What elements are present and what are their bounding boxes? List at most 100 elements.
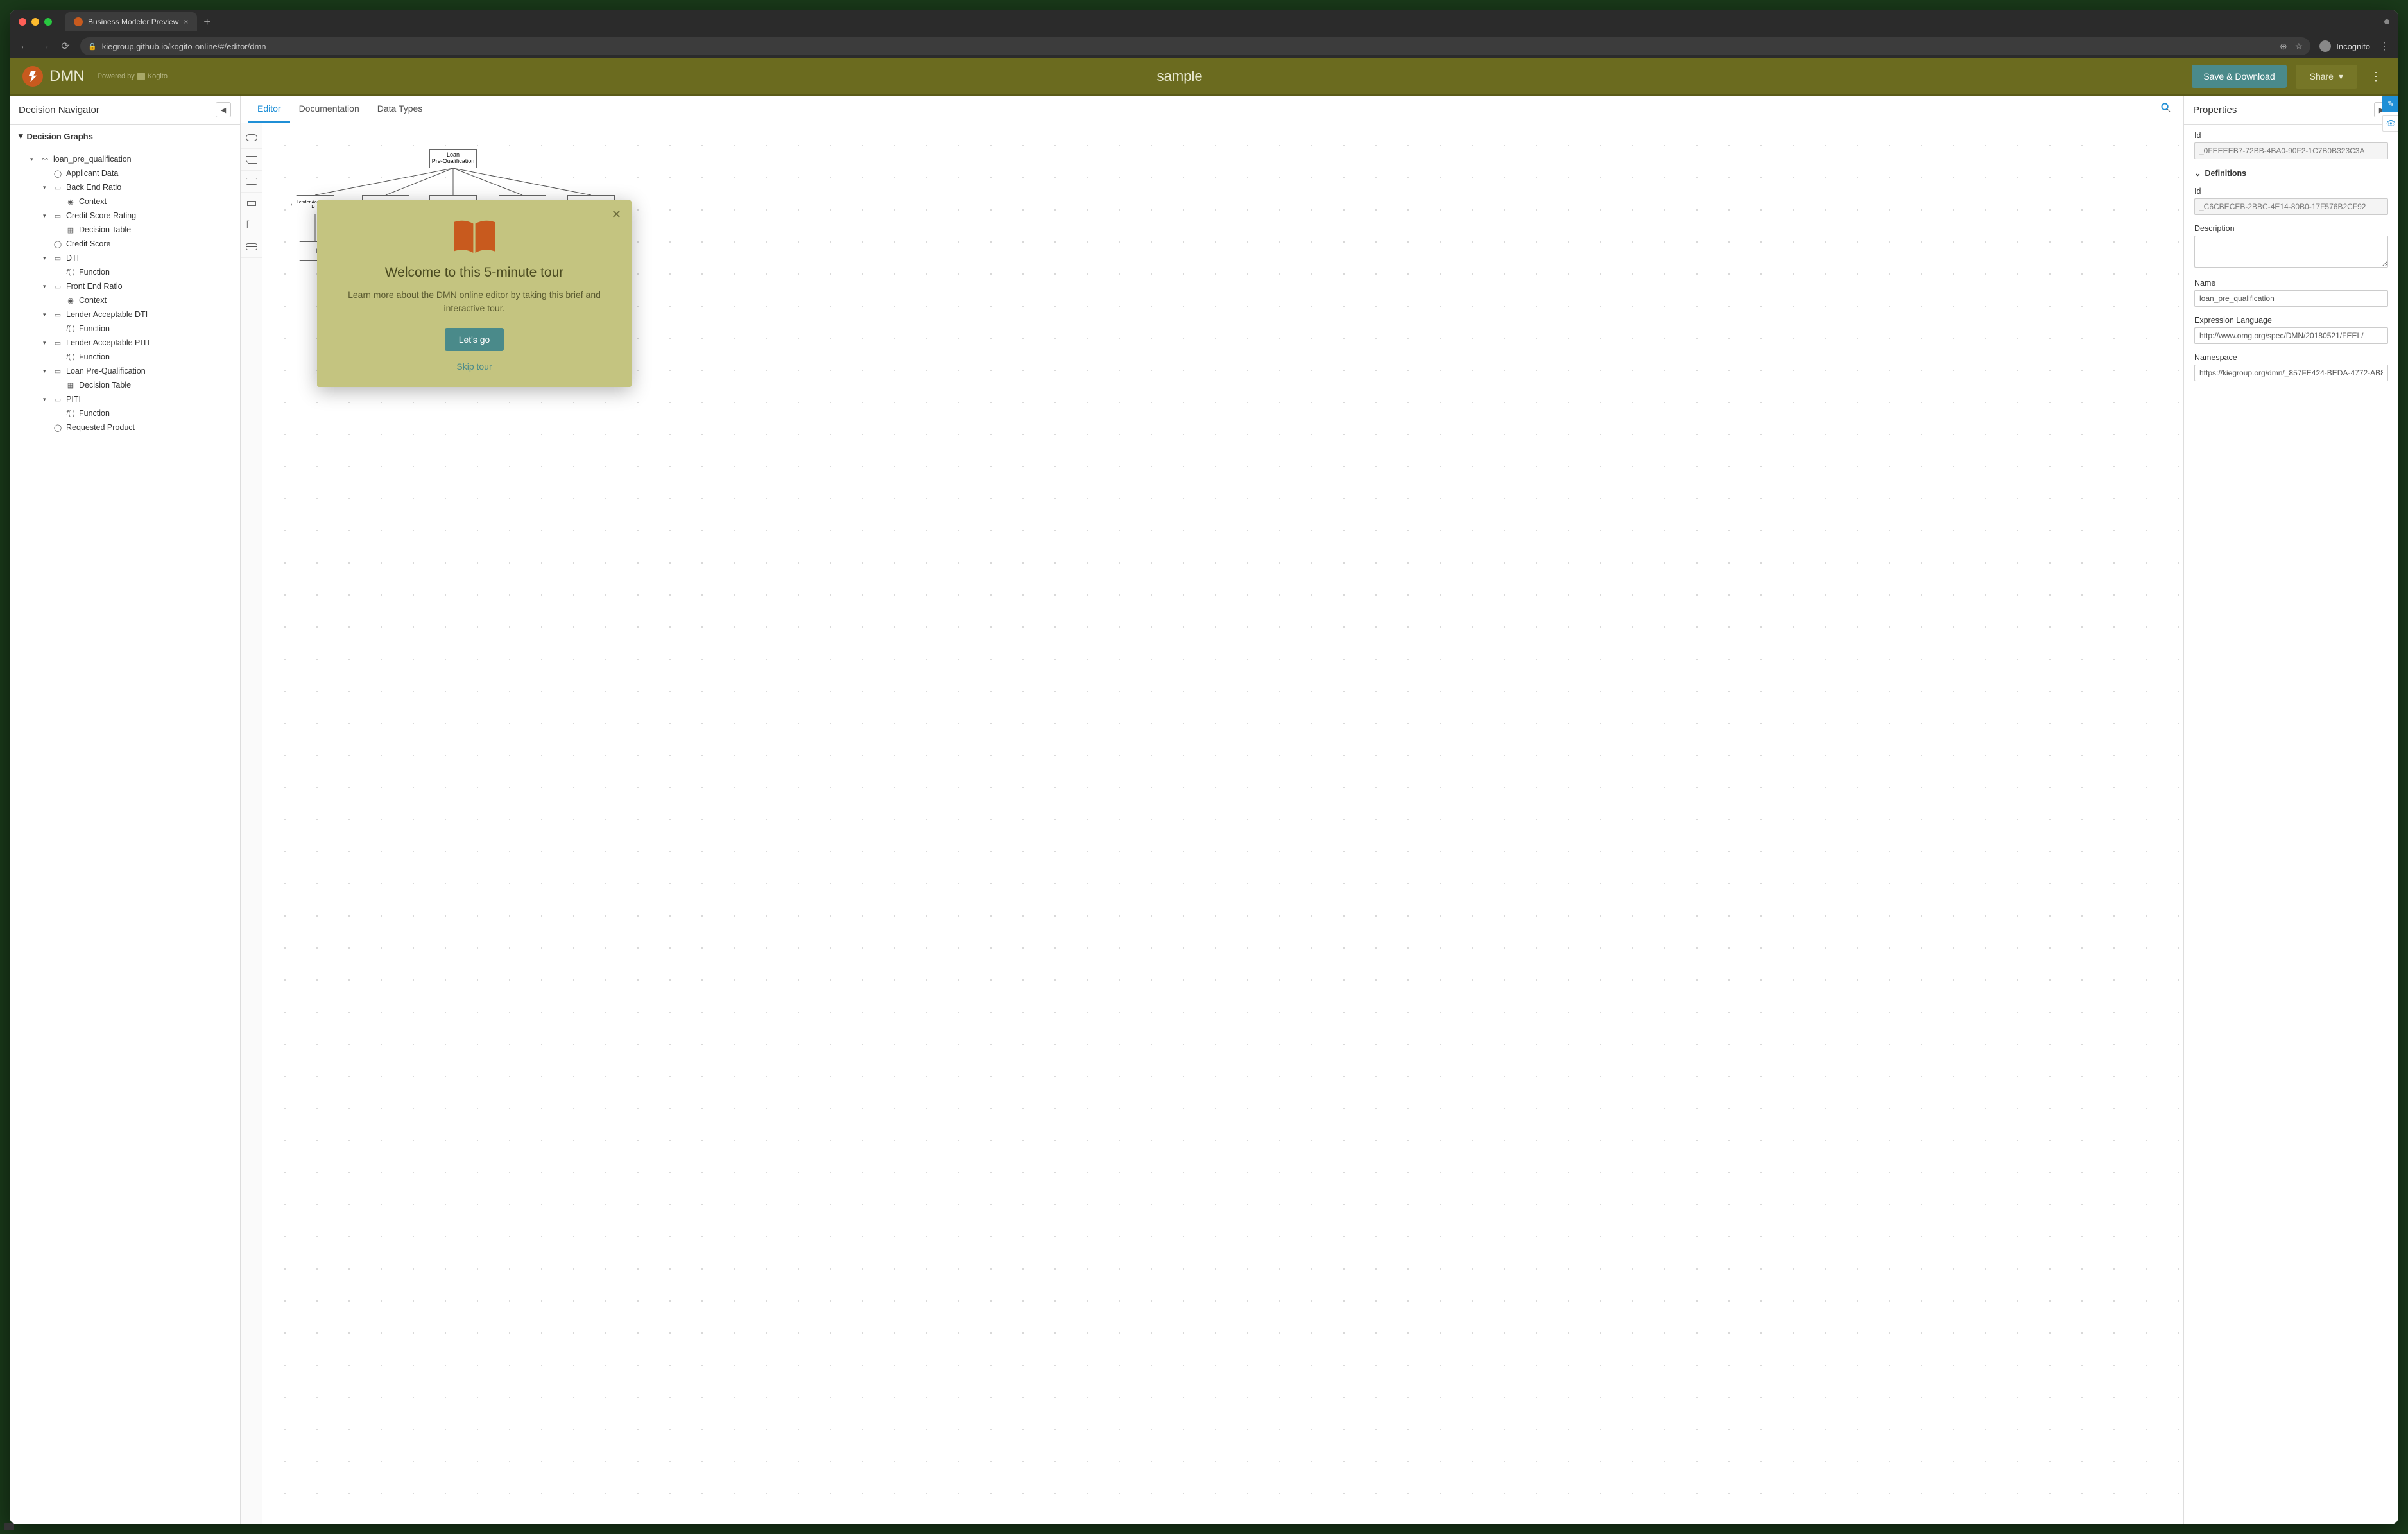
tree-node-function[interactable]: f( )Function <box>16 406 240 420</box>
palette-decision[interactable] <box>241 127 262 149</box>
browser-toolbar: ← → ⟳ 🔒 kiegroup.github.io/kogito-online… <box>10 34 2398 58</box>
reload-button[interactable]: ⟳ <box>60 40 71 53</box>
function-icon: f( ) <box>65 325 76 332</box>
tree-node-loan-prequal[interactable]: ▾▭Loan Pre-Qualification <box>16 364 240 378</box>
rect-icon: ▭ <box>53 367 63 375</box>
oval-icon: ◯ <box>53 240 63 248</box>
tree-node-function[interactable]: f( )Function <box>16 350 240 364</box>
book-icon <box>449 220 500 255</box>
description-input[interactable] <box>2194 236 2388 268</box>
target-icon: ◉ <box>65 297 76 305</box>
rect-icon: ▭ <box>53 184 63 192</box>
back-button[interactable]: ← <box>19 40 30 52</box>
incognito-label: Incognito <box>2336 42 2370 51</box>
tree-node-lender-dti[interactable]: ▾▭Lender Acceptable DTI <box>16 307 240 322</box>
palette-text[interactable]: ⎡⎯⎯ <box>241 214 262 236</box>
share-button[interactable]: Share ▾ <box>2296 65 2357 89</box>
ns-input[interactable] <box>2194 365 2388 381</box>
tree-node-front-end-ratio[interactable]: ▾▭Front End Ratio <box>16 279 240 293</box>
tree-node-credit-score-rating[interactable]: ▾▭Credit Score Rating <box>16 209 240 223</box>
bookmark-icon[interactable]: ☆ <box>2295 41 2303 52</box>
field-namespace: Namespace <box>2194 353 2388 381</box>
kogito-icon <box>137 73 145 80</box>
tree-node-applicant-data[interactable]: ◯Applicant Data <box>16 166 240 180</box>
tree-node-root[interactable]: ▾⚯loan_pre_qualification <box>16 152 240 166</box>
lets-go-button[interactable]: Let's go <box>445 328 504 351</box>
tab-data-types[interactable]: Data Types <box>368 96 432 123</box>
table-icon: ▦ <box>65 226 76 234</box>
preview-tab-icon[interactable]: 👁 <box>2382 115 2398 132</box>
id-label: Id <box>2194 131 2388 140</box>
tab-favicon-icon <box>74 17 83 26</box>
tree-node-decision-table[interactable]: ▦Decision Table <box>16 378 240 392</box>
rect-icon: ▭ <box>53 254 63 263</box>
minimize-window-icon[interactable] <box>31 18 39 26</box>
tree-node-requested-product[interactable]: ◯Requested Product <box>16 420 240 435</box>
address-bar[interactable]: 🔒 kiegroup.github.io/kogito-online/#/edi… <box>80 37 2310 55</box>
oval-icon: ◯ <box>53 169 63 178</box>
tree-node-function[interactable]: f( )Function <box>16 265 240 279</box>
tree-node-function[interactable]: f( )Function <box>16 322 240 336</box>
right-panel-header: Properties ▶ <box>2184 96 2398 125</box>
tab-documentation[interactable]: Documentation <box>290 96 368 123</box>
edit-tab-icon[interactable]: ✎ <box>2382 96 2398 112</box>
keyboard-icon[interactable] <box>10 1523 14 1524</box>
field-description: Description <box>2194 224 2388 270</box>
chevron-down-icon: ⌄ <box>2194 168 2201 178</box>
tab-overflow-icon[interactable] <box>2384 19 2389 24</box>
palette-knowledge[interactable] <box>241 236 262 258</box>
tour-title: Welcome to this 5-minute tour <box>336 265 612 280</box>
tour-modal: ✕ Welcome to this 5-minute tour Learn mo… <box>317 200 632 387</box>
description-label: Description <box>2194 224 2388 233</box>
collapse-left-button[interactable]: ◀ <box>216 102 231 117</box>
tree-node-context[interactable]: ◉Context <box>16 194 240 209</box>
close-icon[interactable]: ✕ <box>612 208 621 221</box>
powered-by: Powered by Kogito <box>98 73 168 80</box>
caret-down-icon: ▾ <box>2339 71 2343 82</box>
tab-editor[interactable]: Editor <box>248 96 290 123</box>
maximize-window-icon[interactable] <box>44 18 52 26</box>
definitions-header[interactable]: ⌄ Definitions <box>2194 168 2388 178</box>
diagram-node-loan-prequal[interactable]: Loan Pre-Qualification <box>429 149 477 168</box>
browser-tab-active[interactable]: Business Modeler Preview × <box>65 12 197 31</box>
share-icon: ⚯ <box>40 155 50 164</box>
forward-button[interactable]: → <box>39 40 51 52</box>
tree-node-back-end-ratio[interactable]: ▾▭Back End Ratio <box>16 180 240 194</box>
decision-graphs-header[interactable]: ▾ Decision Graphs <box>10 125 240 148</box>
rect-icon: ▭ <box>53 339 63 347</box>
search-page-icon[interactable]: ⊕ <box>2280 41 2287 52</box>
tab-close-icon[interactable]: × <box>184 17 188 26</box>
tree-node-piti[interactable]: ▾▭PITI <box>16 392 240 406</box>
skip-tour-link[interactable]: Skip tour <box>336 361 612 372</box>
app-title: DMN <box>49 67 85 85</box>
function-icon: f( ) <box>65 409 76 417</box>
lock-icon: 🔒 <box>88 42 97 51</box>
tree-node-lender-piti[interactable]: ▾▭Lender Acceptable PITI <box>16 336 240 350</box>
search-icon[interactable] <box>2156 103 2176 116</box>
palette-bkm[interactable] <box>241 193 262 214</box>
def-id-input[interactable] <box>2194 198 2388 215</box>
expr-input[interactable] <box>2194 327 2388 344</box>
diagram-canvas[interactable]: Loan Pre-Qualification Lender Acceptable… <box>262 123 2183 1524</box>
tree-node-decision-table[interactable]: ▦Decision Table <box>16 223 240 237</box>
palette-annotation[interactable] <box>241 149 262 171</box>
save-download-button[interactable]: Save & Download <box>2192 65 2286 88</box>
tree-node-context[interactable]: ◉Context <box>16 293 240 307</box>
close-window-icon[interactable] <box>19 18 26 26</box>
ns-label: Namespace <box>2194 353 2388 362</box>
new-tab-button[interactable]: + <box>203 15 211 29</box>
id-input[interactable] <box>2194 142 2388 159</box>
left-panel-header: Decision Navigator ◀ <box>10 96 240 125</box>
incognito-badge[interactable]: Incognito <box>2319 40 2370 52</box>
app-header: DMN Powered by Kogito sample Save & Down… <box>10 58 2398 96</box>
document-name[interactable]: sample <box>168 68 2192 85</box>
table-icon: ▦ <box>65 381 76 390</box>
name-input[interactable] <box>2194 290 2388 307</box>
tree-node-credit-score[interactable]: ◯Credit Score <box>16 237 240 251</box>
palette-input[interactable] <box>241 171 262 193</box>
canvas-wrap: ⎡⎯⎯ Loan Pre-Qualification Lender Accept <box>241 123 2183 1524</box>
browser-menu-button[interactable]: ⋮ <box>2379 40 2389 53</box>
header-menu-button[interactable]: ⋮ <box>2366 70 2386 83</box>
browser-titlebar: Business Modeler Preview × + <box>10 10 2398 34</box>
tree-node-dti[interactable]: ▾▭DTI <box>16 251 240 265</box>
